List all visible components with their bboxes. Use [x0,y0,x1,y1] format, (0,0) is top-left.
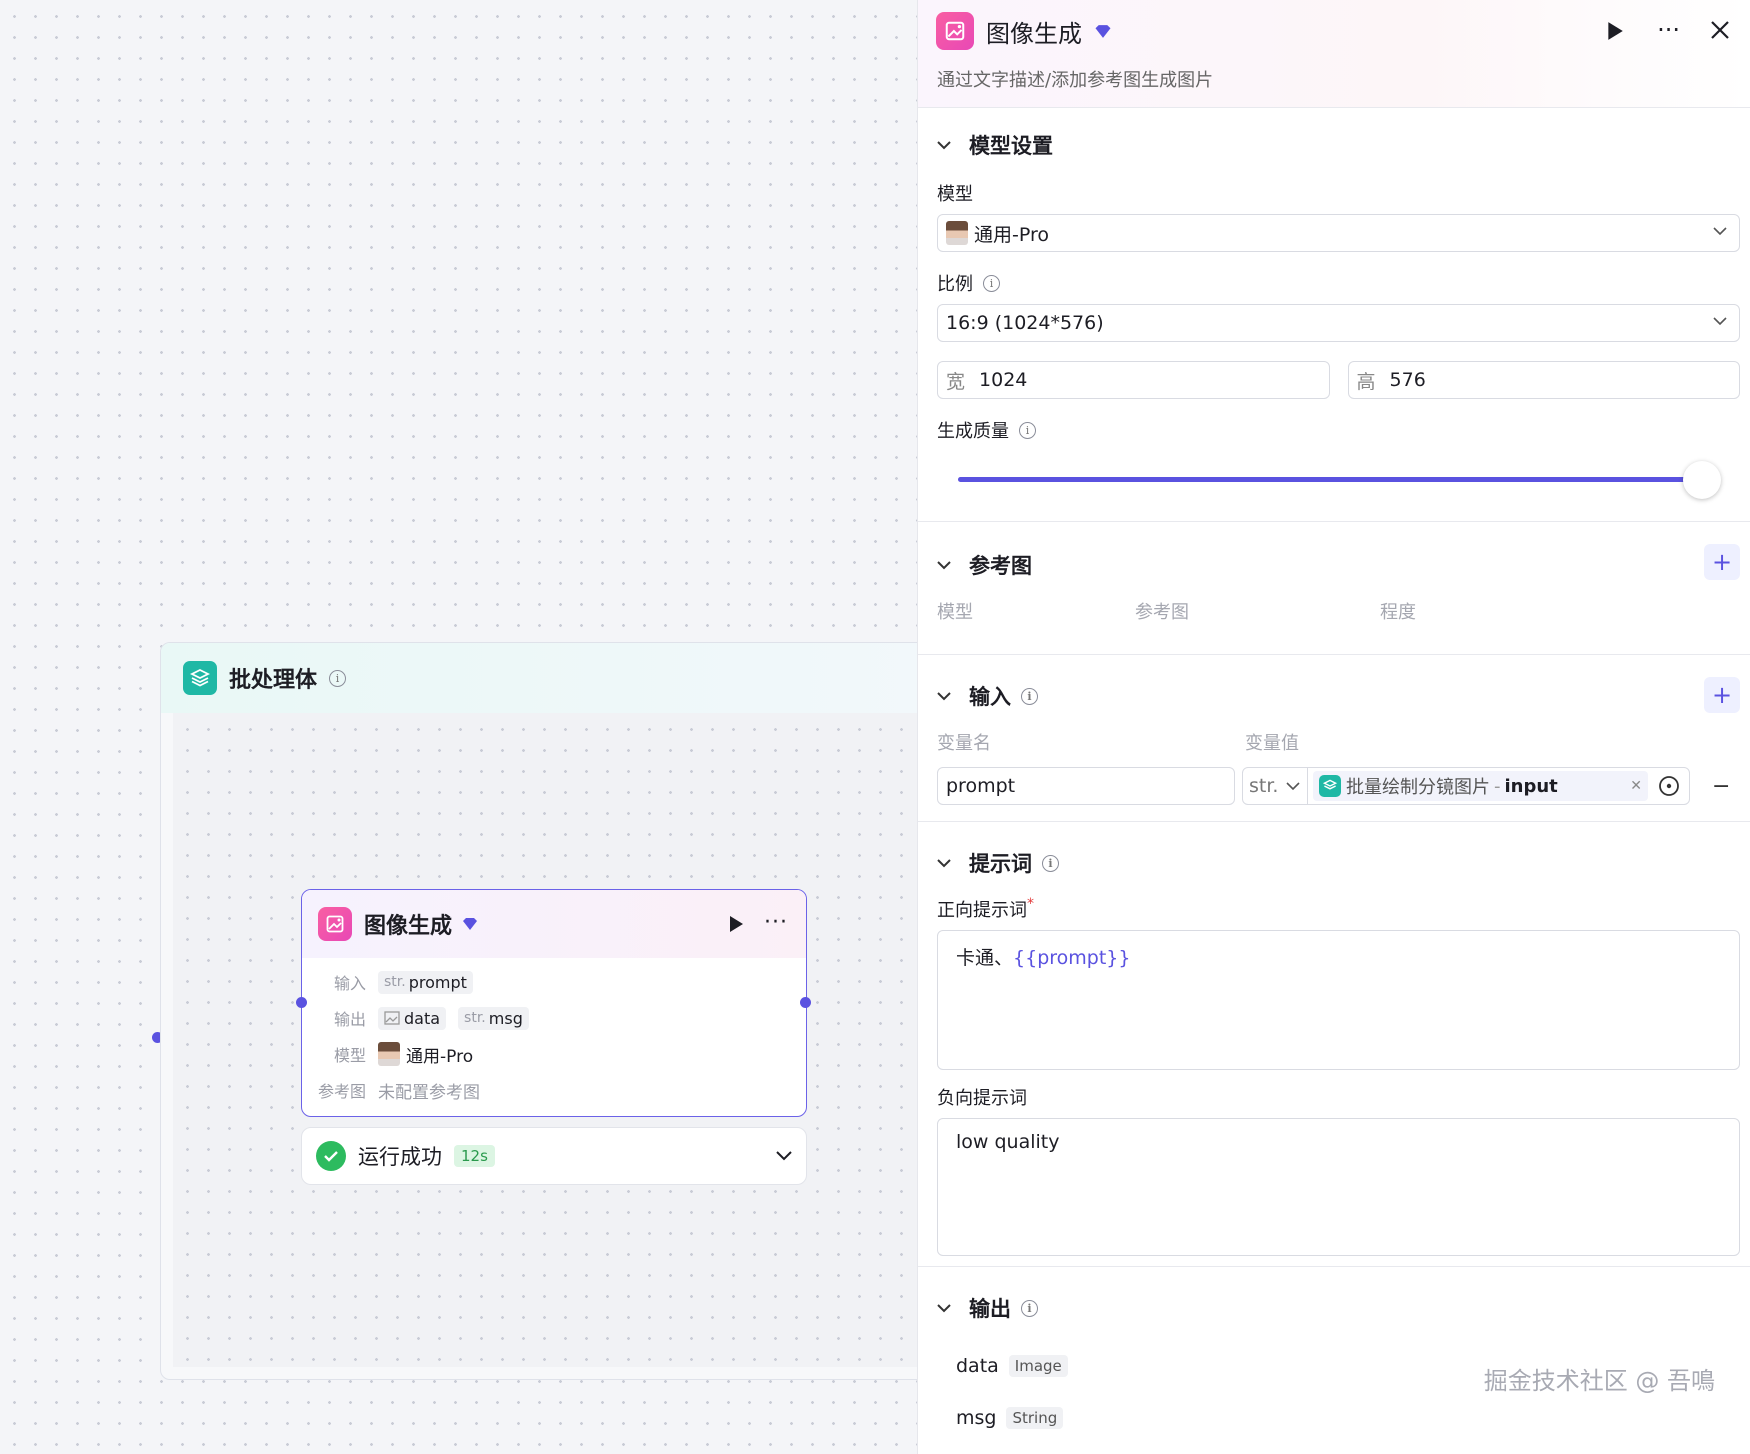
reference-image-section: 参考图 + 模型 参考图 程度 [918,522,1750,655]
chevron-down-icon [1286,781,1301,790]
workflow-canvas[interactable]: 批处理体 i 图像生成 ··· 输入 str. prompt 输出 data s… [0,0,940,1454]
chevron-down-icon[interactable] [937,856,951,870]
section-header[interactable]: 输出 i [937,1293,1740,1323]
layers-icon [183,661,217,695]
var-ref-chip[interactable]: 批量绘制分镜图片 - input ✕ [1313,771,1648,801]
batch-node-title: 批处理体 [229,668,318,693]
model-label: 模型 [937,184,973,205]
add-input-button[interactable]: + [1704,677,1740,713]
width-input[interactable]: 宽 1024 [937,361,1330,399]
chevron-down-icon[interactable] [937,558,951,572]
chevron-down-icon[interactable] [937,689,951,703]
positive-prompt-label: 正向提示词 * [937,896,1034,921]
output-tag-data: data [378,1006,447,1030]
run-status-text: 运行成功 [358,1145,442,1169]
var-value-field[interactable]: str. 批量绘制分镜图片 - input ✕ [1242,767,1690,805]
chevron-down-icon[interactable] [937,138,951,152]
run-time-badge: 12s [454,1145,495,1167]
chevron-down-icon[interactable] [776,1151,792,1161]
image-gen-icon [936,12,974,50]
info-icon[interactable]: i [1021,687,1038,705]
image-gen-node-title: 图像生成 [364,914,453,939]
node-input-row: 输入 str. prompt [302,964,806,1000]
more-icon[interactable]: ··· [1657,16,1680,44]
info-icon[interactable]: i [1042,854,1059,872]
positive-prompt-textarea[interactable]: 卡通、{{prompt}} [937,930,1740,1070]
node-input-port[interactable] [296,997,307,1008]
ratio-select[interactable]: 16:9 (1024*576) [937,304,1740,342]
image-icon [384,1011,400,1025]
layers-icon [1319,775,1341,797]
info-icon[interactable]: i [329,669,347,687]
node-model-row: 模型 通用-Pro [302,1036,806,1072]
node-settings-panel: 图像生成 ··· 通过文字描述/添加参考图生成图片 模型设置 模型 通用-Pro… [917,0,1750,1454]
play-icon[interactable] [1606,21,1624,41]
diamond-icon [1095,24,1111,38]
output-tag-msg: str. msg [458,1006,529,1030]
section-header[interactable]: 参考图 [937,550,1740,580]
add-reference-button[interactable]: + [1704,544,1740,580]
watermark: 掘金技术社区 @ 吾鳴 [1483,1367,1715,1395]
section-header[interactable]: 输入 i [937,681,1740,711]
diamond-icon [463,918,478,930]
batch-node-header: 批处理体 i [161,643,939,713]
node-output-port[interactable] [800,997,811,1008]
more-icon[interactable]: ··· [764,910,788,935]
node-ref-row: 参考图 未配置参考图 [317,1082,480,1103]
image-gen-node[interactable]: 图像生成 ··· 输入 str. prompt 输出 data str. msg 模… [301,889,807,1117]
image-gen-icon [318,907,352,941]
quality-slider[interactable] [937,457,1740,499]
panel-description: 通过文字描述/添加参考图生成图片 [937,70,1214,91]
variable-picker-icon[interactable] [1658,775,1680,797]
model-avatar [946,221,968,245]
node-output-row: 输出 data str. msg [302,1000,806,1036]
prompt-section: 提示词 i 正向提示词 * 卡通、{{prompt}} 负向提示词 low qua… [918,822,1750,1267]
chevron-down-icon [1713,317,1727,326]
info-icon[interactable]: i [1021,1299,1038,1317]
chevron-down-icon [1713,227,1727,236]
panel-title: 图像生成 [986,19,1082,48]
input-tag-prompt: str. prompt [378,970,473,994]
image-gen-node-header: 图像生成 ··· [302,890,806,958]
negative-prompt-textarea[interactable]: low quality [937,1118,1740,1256]
remove-input-button[interactable]: − [1712,774,1730,799]
run-status-bar[interactable]: 运行成功 12s [301,1127,807,1185]
clear-icon[interactable]: ✕ [1630,778,1642,794]
slider-thumb[interactable] [1683,461,1721,499]
model-avatar [378,1042,400,1066]
ratio-label: 比例 i [937,270,1740,296]
close-icon[interactable] [1710,20,1730,40]
height-input[interactable]: 高 576 [1347,361,1740,399]
check-icon [316,1141,346,1171]
input-section: 输入 i + 变量名 变量值 prompt str. 批量绘制分镜图片 - in… [918,655,1750,822]
negative-prompt-label: 负向提示词 [937,1088,1027,1109]
info-icon[interactable]: i [983,274,1000,292]
output-section: 输出 i data Image msg String [918,1267,1750,1429]
quality-label: 生成质量 i [937,417,1740,443]
section-header[interactable]: 提示词 i [937,848,1740,878]
panel-header: 图像生成 ··· 通过文字描述/添加参考图生成图片 [918,0,1750,108]
prompt-variable: {{prompt}} [1013,947,1131,969]
play-icon[interactable] [728,915,744,933]
chevron-down-icon[interactable] [937,1301,951,1315]
model-settings-section: 模型设置 模型 通用-Pro 比例 i 16:9 (1024*576) 宽 10… [918,108,1750,522]
var-type-select[interactable]: str. [1243,768,1308,804]
var-name-input[interactable]: prompt [937,767,1235,805]
info-icon[interactable]: i [1019,421,1036,439]
model-select[interactable]: 通用-Pro [937,214,1740,252]
output-item-msg: msg String [956,1407,1740,1429]
slider-fill [958,477,1702,482]
section-header[interactable]: 模型设置 [937,130,1740,160]
